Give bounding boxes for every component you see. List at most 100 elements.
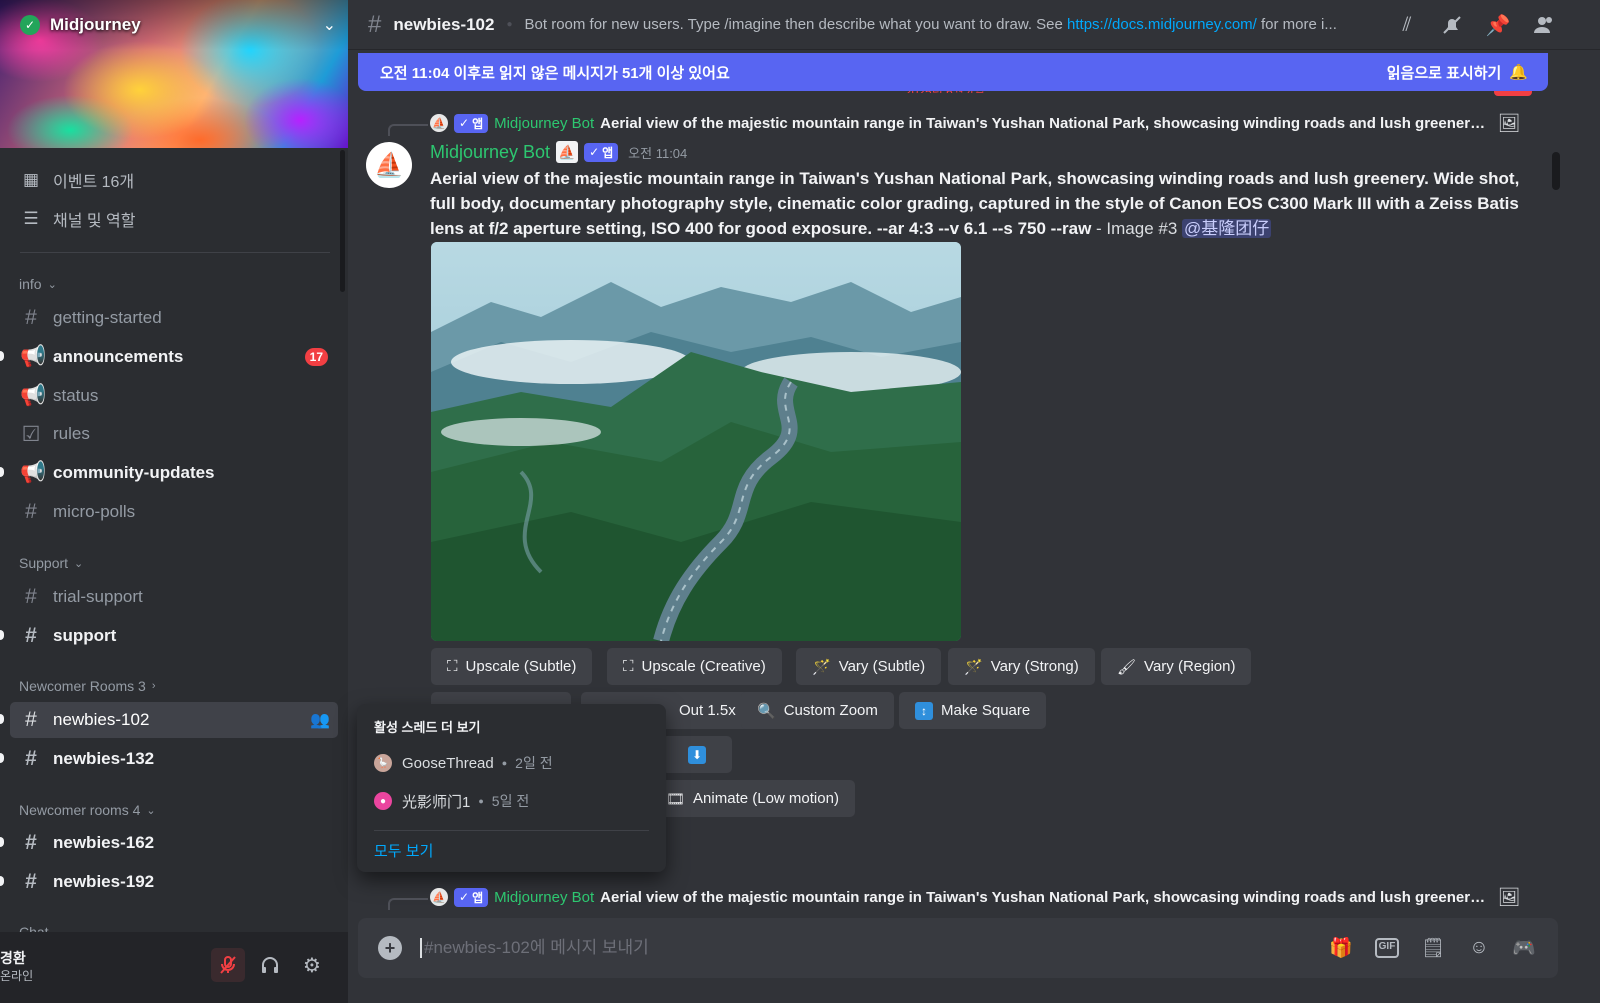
sidebar-item-getting-started[interactable]: # getting-started xyxy=(10,300,338,336)
animate-low-motion-button[interactable]: 🎞 Animate (Low motion) xyxy=(650,780,855,817)
megaphone-icon: 📢 xyxy=(20,384,47,407)
button-label: Make Square xyxy=(941,702,1031,719)
make-square-button[interactable]: ↕ Make Square xyxy=(899,692,1047,729)
members-icon xyxy=(1534,17,1552,33)
reply-reference[interactable]: ⛵ ✓ 앱 Midjourney Bot Aerial view of the m… xyxy=(430,112,1490,134)
custom-zoom-button[interactable]: 🔍 Custom Zoom xyxy=(741,692,894,729)
events-item[interactable]: ▦ 이벤트 16개 xyxy=(10,163,336,197)
avatar[interactable]: ⛵ xyxy=(366,142,412,188)
reply-spine xyxy=(388,124,428,136)
invite-member-icon[interactable]: 👥 xyxy=(310,710,330,730)
sticker-button[interactable]: 🗒 xyxy=(1420,936,1446,960)
emoji-button[interactable]: ☺ xyxy=(1466,936,1492,960)
thread-age: 5일 전 xyxy=(491,793,530,809)
message-header: Midjourney Bot ⛵ ✓ 앱 오전 11:04 xyxy=(430,140,687,164)
mute-mic-button[interactable] xyxy=(211,948,245,982)
sidebar-divider xyxy=(20,252,330,253)
user-settings-button[interactable]: ⚙ xyxy=(295,948,329,982)
user-mention[interactable]: @基隆团仔 xyxy=(1182,219,1272,238)
separator-dot: ● xyxy=(478,796,484,806)
upscale-creative-button[interactable]: ⛶ Upscale (Creative) xyxy=(607,648,782,685)
member-list-button[interactable] xyxy=(1531,12,1557,38)
vary-strong-button[interactable]: 🪄 Vary (Strong) xyxy=(948,648,1095,685)
text-channel-icon: # xyxy=(25,306,37,329)
sidebar-item-newbies-192[interactable]: # newbies-192 xyxy=(0,864,338,900)
popup-divider xyxy=(374,830,649,831)
separator-dot: ● xyxy=(501,758,508,768)
gift-button[interactable]: 🎁 xyxy=(1328,936,1354,960)
category-support[interactable]: Support ⌄ xyxy=(19,555,83,571)
sidebar-item-micro-polls[interactable]: # micro-polls xyxy=(10,494,338,530)
messages-scrollbar[interactable] xyxy=(1552,152,1560,190)
category-newcomer-rooms-4[interactable]: Newcomer rooms 4 ⌄ xyxy=(19,802,156,818)
message-input[interactable] xyxy=(420,938,1280,958)
pan-down-button[interactable]: ⬇ xyxy=(662,736,732,773)
add-attachment-button[interactable]: + xyxy=(378,936,402,960)
unread-indicator xyxy=(0,837,4,847)
image-number: - Image #3 xyxy=(1091,219,1183,238)
topic-link[interactable]: https://docs.midjourney.com/ xyxy=(1067,16,1257,33)
see-all-threads-link[interactable]: 모두 보기 xyxy=(374,840,433,861)
app-badge: ✓ 앱 xyxy=(584,142,619,162)
server-name: Midjourney xyxy=(50,15,141,34)
apps-button[interactable]: 🎮 xyxy=(1511,936,1537,960)
app-badge-label: 앱 xyxy=(472,890,484,905)
notification-settings-button[interactable] xyxy=(1439,12,1465,38)
reply-author[interactable]: Midjourney Bot xyxy=(494,889,594,906)
gif-button[interactable]: GIF xyxy=(1374,936,1400,960)
pinned-messages-button[interactable]: 📌 xyxy=(1485,12,1511,38)
up-down-arrow-icon: ↕ xyxy=(915,701,933,720)
sidebar-scrollbar[interactable] xyxy=(340,150,345,292)
channel-topic[interactable]: Bot room for new users. Type /imagine th… xyxy=(525,16,1370,33)
message-timestamp: 오전 11:04 xyxy=(628,145,688,161)
arrow-down-icon: ⬇ xyxy=(688,745,706,764)
discord-avatar-icon: ● xyxy=(374,792,392,810)
mountain-road-image xyxy=(431,242,961,641)
upscale-subtle-button[interactable]: ⛶ Upscale (Subtle) xyxy=(431,648,593,685)
sidebar-item-newbies-102[interactable]: # newbies-102 👥 xyxy=(0,702,338,738)
sidebar-item-status[interactable]: 📢 status xyxy=(10,378,338,414)
category-info[interactable]: info ⌄ xyxy=(19,276,57,292)
generated-image[interactable] xyxy=(431,242,961,641)
chevron-down-icon[interactable]: ⌄ xyxy=(323,15,336,35)
channel-label: newbies-192 xyxy=(53,872,155,891)
mic-muted-icon xyxy=(220,956,236,974)
threads-button[interactable]: ⫽ xyxy=(1394,12,1420,38)
channel-label: community-updates xyxy=(53,463,215,482)
category-label: Support xyxy=(19,555,69,571)
sidebar-item-community-updates[interactable]: 📢 community-updates xyxy=(0,455,338,491)
channel-title: newbies-102 xyxy=(393,14,495,34)
deafen-button[interactable] xyxy=(253,948,287,982)
mark-as-read-button[interactable]: 읽음으로 표시하기 🔔 xyxy=(1387,62,1528,83)
sidebar-item-announcements[interactable]: 📢 announcements 17 xyxy=(0,339,338,375)
reply-author[interactable]: Midjourney Bot xyxy=(494,115,594,132)
rules-checkbox-icon: ☑ xyxy=(21,422,41,446)
author-name[interactable]: Midjourney Bot xyxy=(430,142,550,163)
thread-avatar: 🪿 xyxy=(374,754,392,772)
chevron-down-icon: ⌄ xyxy=(74,557,84,570)
category-label: Newcomer Rooms 3 xyxy=(19,678,146,694)
sidebar-item-newbies-162[interactable]: # newbies-162 xyxy=(0,825,338,861)
channels-roles-item[interactable]: ☰ 채널 및 역할 xyxy=(10,202,336,236)
button-label: Animate (Low motion) xyxy=(693,790,839,807)
topic-text-end: for more i... xyxy=(1256,16,1337,33)
sidebar-item-rules[interactable]: ☑ rules xyxy=(10,416,338,452)
check-icon: ✓ xyxy=(459,116,470,130)
new-messages-bar[interactable]: 오전 11:04 이후로 읽지 않은 메시지가 51개 이상 있어요 읽음으로 … xyxy=(358,53,1548,91)
gif-icon: GIF xyxy=(1374,938,1400,958)
server-header[interactable]: ✓ Midjourney ⌄ xyxy=(20,14,336,36)
user-name[interactable]: 경환 xyxy=(0,948,26,968)
sidebar-item-trial-support[interactable]: # trial-support xyxy=(10,579,338,615)
sidebar-item-newbies-132[interactable]: # newbies-132 xyxy=(0,741,338,777)
pin-icon: 📌 xyxy=(1485,14,1511,37)
vary-region-button[interactable]: 🖌 Vary (Region) xyxy=(1101,648,1252,685)
thread-item-guangying[interactable]: ● 光影师门1 ● 5일 전 xyxy=(374,790,529,812)
thread-item-goosethread[interactable]: 🪿 GooseThread ● 2일 전 xyxy=(374,752,553,774)
reply-reference[interactable]: ⛵ ✓ 앱 Midjourney Bot Aerial view of the m… xyxy=(430,886,1490,908)
channel-label: support xyxy=(53,626,117,645)
thread-channel-icon: # xyxy=(25,870,37,893)
category-newcomer-rooms-3[interactable]: Newcomer Rooms 3 › xyxy=(19,678,156,694)
vary-subtle-button[interactable]: 🪄 Vary (Subtle) xyxy=(796,648,942,685)
sidebar-item-support[interactable]: # support xyxy=(0,618,338,654)
button-label: Custom Zoom xyxy=(783,702,878,719)
